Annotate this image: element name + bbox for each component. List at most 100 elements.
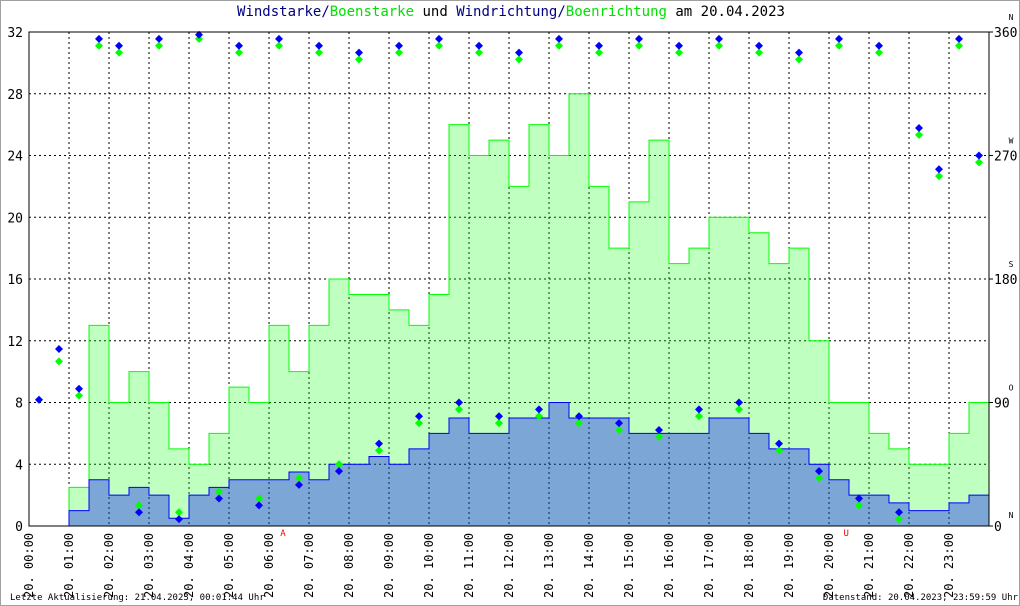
direction-point-boenrichtung: [595, 48, 603, 57]
last-update: Letzte Aktualisierung: 21.04.2023, 00:01…: [10, 593, 265, 603]
direction-point-windrichtung: [55, 344, 63, 353]
direction-point-windrichtung: [595, 41, 603, 50]
x-tick-label: 20. 11:00: [462, 533, 476, 598]
compass-label: N: [1009, 13, 1014, 22]
direction-point-boenrichtung: [235, 48, 243, 57]
x-tick-label: 20. 09:00: [382, 533, 396, 598]
x-tick-label: 20. 15:00: [622, 533, 636, 598]
direction-point-windrichtung: [935, 165, 943, 174]
y-left-tick-label: 28: [7, 88, 23, 103]
direction-point-boenrichtung: [975, 158, 983, 167]
direction-point-boenrichtung: [955, 41, 963, 50]
x-tick-label: 20. 06:00: [262, 533, 276, 598]
x-tick-label: 20. 07:00: [302, 533, 316, 598]
x-tick-label: 20. 08:00: [342, 533, 356, 598]
data-timestamp: Datenstand: 20.04.2023, 23:59:59 Uhr: [822, 593, 1018, 603]
direction-point-boenrichtung: [155, 41, 163, 50]
direction-point-windrichtung: [155, 34, 163, 43]
direction-point-windrichtung: [95, 34, 103, 43]
direction-point-windrichtung: [555, 34, 563, 43]
x-tick-label: 20. 21:00: [862, 533, 876, 598]
x-tick-label: 20. 10:00: [422, 533, 436, 598]
direction-point-windrichtung: [915, 124, 923, 133]
direction-point-windrichtung: [75, 384, 83, 393]
direction-point-boenrichtung: [755, 48, 763, 57]
y-right-tick-label: 180: [994, 273, 1017, 288]
direction-point-boenrichtung: [635, 41, 643, 50]
direction-point-windrichtung: [835, 34, 843, 43]
x-tick-label: 20. 19:00: [782, 533, 796, 598]
direction-point-boenrichtung: [355, 55, 363, 64]
chart-svg: 0481216202428320N90O180S270W360N20. 00:0…: [7, 13, 1017, 598]
direction-point-windrichtung: [355, 48, 363, 57]
compass-label: W: [1009, 137, 1014, 146]
direction-point-windrichtung: [35, 395, 43, 404]
sun-marker: U: [843, 529, 848, 539]
y-left-tick-label: 32: [7, 26, 23, 41]
direction-point-windrichtung: [635, 34, 643, 43]
x-tick-label: 20. 13:00: [542, 533, 556, 598]
compass-label: S: [1009, 260, 1014, 269]
y-right-tick-label: 0: [994, 520, 1002, 535]
direction-point-boenrichtung: [935, 172, 943, 181]
direction-point-windrichtung: [435, 34, 443, 43]
sun-marker: A: [280, 529, 286, 539]
compass-label: O: [1009, 384, 1014, 393]
direction-point-boenrichtung: [435, 41, 443, 50]
direction-point-boenrichtung: [875, 48, 883, 57]
y-left-tick-label: 20: [7, 211, 23, 226]
y-right-tick-label: 90: [994, 397, 1010, 412]
direction-point-boenrichtung: [915, 130, 923, 139]
y-left-tick-label: 4: [15, 458, 23, 473]
direction-point-windrichtung: [515, 48, 523, 57]
direction-point-boenrichtung: [475, 48, 483, 57]
direction-point-boenrichtung: [55, 357, 63, 366]
direction-point-boenrichtung: [75, 391, 83, 400]
direction-point-boenrichtung: [515, 55, 523, 64]
y-left-tick-label: 24: [7, 150, 23, 165]
direction-point-windrichtung: [715, 34, 723, 43]
direction-point-boenrichtung: [715, 41, 723, 50]
chart-window: Windstarke/Boenstarke und Windrichtung/B…: [0, 0, 1020, 606]
direction-point-windrichtung: [975, 151, 983, 160]
x-tick-label: 20. 16:00: [662, 533, 676, 598]
direction-point-windrichtung: [675, 41, 683, 50]
direction-point-windrichtung: [395, 41, 403, 50]
x-tick-label: 20. 23:00: [942, 533, 956, 598]
direction-point-boenrichtung: [275, 41, 283, 50]
direction-point-boenrichtung: [115, 48, 123, 57]
direction-point-windrichtung: [275, 34, 283, 43]
direction-point-windrichtung: [755, 41, 763, 50]
y-left-tick-label: 16: [7, 273, 23, 288]
compass-label: N: [1009, 511, 1014, 520]
x-tick-label: 20. 12:00: [502, 533, 516, 598]
x-tick-label: 20. 22:00: [902, 533, 916, 598]
x-tick-label: 20. 00:00: [22, 533, 36, 598]
direction-point-windrichtung: [235, 41, 243, 50]
y-left-tick-label: 12: [7, 335, 23, 350]
x-tick-label: 20. 04:00: [182, 533, 196, 598]
x-tick-label: 20. 02:00: [102, 533, 116, 598]
direction-point-boenrichtung: [675, 48, 683, 57]
x-tick-label: 20. 03:00: [142, 533, 156, 598]
direction-point-boenrichtung: [795, 55, 803, 64]
direction-point-boenrichtung: [315, 48, 323, 57]
direction-point-boenrichtung: [95, 41, 103, 50]
y-left-tick-label: 0: [15, 520, 23, 535]
direction-point-windrichtung: [315, 41, 323, 50]
x-tick-label: 20. 01:00: [62, 533, 76, 598]
direction-point-windrichtung: [875, 41, 883, 50]
direction-point-boenrichtung: [555, 41, 563, 50]
direction-point-windrichtung: [115, 41, 123, 50]
x-tick-label: 20. 20:00: [822, 533, 836, 598]
y-right-tick-label: 360: [994, 26, 1017, 41]
direction-point-windrichtung: [475, 41, 483, 50]
x-tick-label: 20. 14:00: [582, 533, 596, 598]
direction-point-windrichtung: [795, 48, 803, 57]
direction-point-windrichtung: [955, 34, 963, 43]
direction-point-boenrichtung: [835, 41, 843, 50]
x-tick-label: 20. 18:00: [742, 533, 756, 598]
y-right-tick-label: 270: [994, 150, 1017, 165]
x-tick-label: 20. 17:00: [702, 533, 716, 598]
x-tick-label: 20. 05:00: [222, 533, 236, 598]
